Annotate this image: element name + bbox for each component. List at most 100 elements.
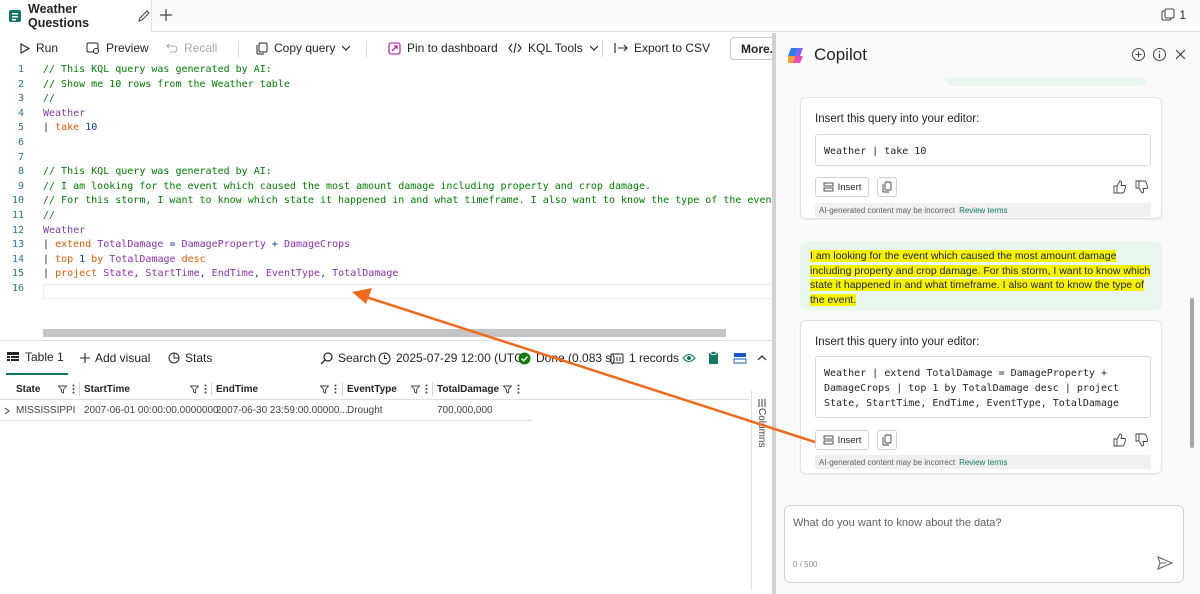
code-text: Weather [43, 224, 86, 236]
insert-prompt-label: Insert this query into your editor: [815, 336, 980, 348]
column-separator[interactable] [342, 382, 343, 396]
clipboard-button[interactable] [708, 341, 719, 375]
table-cell-starttime[interactable]: 2007-06-01 00:00:00.0000000 [84, 400, 218, 421]
tab-count[interactable]: 1 [1161, 8, 1186, 22]
copy-response-button[interactable] [877, 177, 897, 197]
code-line[interactable]: 15 | project State, StartTime, EndTime, E… [0, 267, 776, 282]
column-menu-icon[interactable] [334, 384, 337, 394]
copilot-chat-input[interactable]: What do you want to know about the data?… [784, 505, 1184, 583]
review-terms-link[interactable]: Review terms [959, 458, 1007, 467]
chevron-down-icon [341, 43, 351, 53]
column-header-eventtype[interactable]: EventType [347, 378, 435, 400]
code-line[interactable]: 3 // [0, 92, 776, 107]
code-line[interactable]: 5 | take 10 [0, 121, 776, 136]
column-separator[interactable] [211, 382, 212, 396]
line-number: 4 [17, 107, 24, 119]
filter-icon[interactable] [320, 385, 329, 394]
results-search-button[interactable]: Search [320, 341, 376, 375]
copy-query-button[interactable]: Copy query [256, 33, 351, 63]
copy-icon [882, 181, 892, 193]
code-line[interactable]: 1 // This KQL query was generated by AI: [0, 63, 776, 78]
review-terms-link[interactable]: Review terms [959, 206, 1007, 215]
code-line[interactable]: 10 // For this storm, I want to know whic… [0, 194, 776, 209]
send-icon[interactable] [1157, 556, 1173, 570]
copilot-scrollbar-thumb[interactable] [1190, 298, 1194, 448]
pin-to-dashboard-button[interactable]: Pin to dashboard [388, 33, 498, 63]
code-line[interactable]: 9 // I am looking for the event which cau… [0, 180, 776, 195]
insert-button[interactable]: Insert [815, 177, 869, 197]
code-line[interactable]: 4 Weather [0, 107, 776, 122]
code-line[interactable]: 7 [0, 151, 776, 166]
export-to-csv-button[interactable]: Export to CSV [614, 33, 710, 63]
column-header-endtime[interactable]: EndTime [216, 378, 344, 400]
code-line[interactable]: 16 [0, 282, 776, 297]
search-icon [320, 351, 333, 365]
copy-icon [882, 434, 892, 446]
visibility-toggle[interactable] [682, 341, 696, 375]
recall-button[interactable]: Recall [166, 33, 217, 63]
table-cell-totaldamage[interactable]: 700,000,000 [437, 400, 531, 421]
chevron-up-icon [757, 353, 767, 363]
kql-tools-button[interactable]: KQL Tools [508, 33, 599, 63]
table-cell-state[interactable]: MISSISSIPPI [16, 400, 86, 421]
column-menu-icon[interactable] [72, 384, 75, 394]
chevron-down-icon [589, 43, 599, 53]
column-separator[interactable] [79, 382, 80, 396]
column-header-state[interactable]: State [16, 378, 82, 400]
column-header-totaldamage[interactable]: TotalDamage [437, 378, 527, 400]
suggested-query: Weather | extend TotalDamage = DamagePro… [815, 356, 1151, 418]
row-expand-chevron-icon[interactable] [4, 400, 10, 421]
editor-horizontal-scrollbar[interactable] [43, 329, 726, 337]
thumbs-up-icon[interactable] [1113, 180, 1127, 194]
table-cell-endtime[interactable]: 2007-06-30 23:59:00.00000... [216, 400, 348, 421]
tab-title: Weather Questions [28, 2, 90, 30]
results-grid-header: State StartTime EndTime EventType TotalDamag… [0, 378, 750, 400]
line-number: 2 [17, 78, 24, 90]
layout-toggle[interactable] [733, 341, 747, 375]
copy-response-button[interactable] [877, 430, 897, 450]
code-line[interactable]: 11 // [0, 209, 776, 224]
thumbs-up-icon[interactable] [1113, 433, 1127, 447]
collapse-results-button[interactable] [757, 341, 767, 375]
run-button[interactable]: Run [20, 33, 58, 63]
tab-weather-questions[interactable]: Weather Questions [0, 0, 152, 32]
code-line[interactable]: 6 [0, 136, 776, 151]
thumbs-down-icon[interactable] [1135, 433, 1149, 447]
add-visual-button[interactable]: Add visual [80, 341, 150, 375]
columns-panel-toggle[interactable]: Columns [751, 390, 772, 590]
column-header-starttime[interactable]: StartTime [84, 378, 214, 400]
table-row[interactable]: MISSISSIPPI 2007-06-01 00:00:00.0000000 20… [0, 400, 532, 421]
rename-pencil-icon[interactable] [137, 9, 151, 23]
insert-button[interactable]: Insert [815, 430, 869, 450]
column-menu-icon[interactable] [425, 384, 428, 394]
column-menu-icon[interactable] [204, 384, 207, 394]
code-text: // This KQL query was generated by AI: [43, 64, 272, 75]
thumbs-down-icon[interactable] [1135, 180, 1149, 194]
filter-icon[interactable] [411, 385, 420, 394]
copilot-scrollbar[interactable] [1188, 53, 1194, 493]
filter-icon[interactable] [503, 385, 512, 394]
code-line[interactable]: 12 Weather [0, 224, 776, 239]
info-icon[interactable] [1152, 47, 1167, 62]
code-text: // [43, 210, 56, 221]
close-icon[interactable] [1173, 47, 1188, 62]
filter-icon[interactable] [190, 385, 199, 394]
query-editor[interactable]: 1 // This KQL query was generated by AI: 2… [0, 63, 776, 339]
preview-button[interactable]: Preview [86, 33, 149, 63]
tab-count-value: 1 [1179, 8, 1186, 22]
line-number: 13 [11, 239, 24, 251]
add-tab-button[interactable] [156, 5, 176, 25]
column-separator[interactable] [432, 382, 433, 396]
line-number: 14 [11, 253, 24, 265]
columns-icon [757, 398, 767, 408]
code-line[interactable]: 13 | extend TotalDamage = DamageProperty … [0, 238, 776, 253]
new-chat-icon[interactable] [1131, 47, 1146, 62]
code-line[interactable]: 8 // This KQL query was generated by AI: [0, 165, 776, 180]
tab-stats[interactable]: Stats [168, 341, 212, 375]
column-menu-icon[interactable] [517, 384, 520, 394]
table-cell-eventtype[interactable]: Drought [347, 400, 439, 421]
code-line[interactable]: 14 | top 1 by TotalDamage desc [0, 253, 776, 268]
tab-table-1[interactable]: Table 1 [6, 341, 68, 375]
code-line[interactable]: 2 // Show me 10 rows from the Weather tab… [0, 78, 776, 93]
filter-icon[interactable] [58, 385, 67, 394]
